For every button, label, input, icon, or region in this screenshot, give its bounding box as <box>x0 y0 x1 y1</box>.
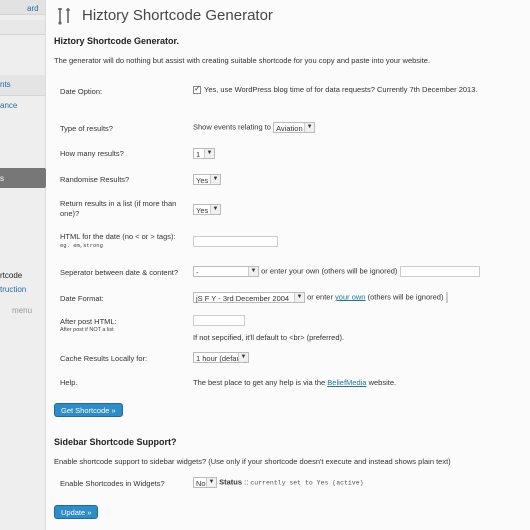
date-option-row: Yes, use WordPress blog time of for data… <box>193 84 478 95</box>
return-list-row: Yes ▼ <box>193 204 221 215</box>
type-label: Type of results? <box>60 124 113 133</box>
page-title: Hiztory Shortcode Generator <box>82 7 273 24</box>
chevron-down-icon: ▼ <box>294 293 304 302</box>
main-content: Hiztory Shortcode Generator Hiztory Shor… <box>46 0 530 530</box>
html-date-label: HTML for the date (no < or > tags): <box>60 232 176 241</box>
after-post-label: After post HTML: <box>60 317 117 326</box>
after-post-small: After post if NOT a list <box>60 327 114 333</box>
date-format-select[interactable]: jS F Y - 3rd December 2004 ▼ <box>193 292 305 303</box>
status-label: Status <box>219 477 243 487</box>
widgets-heading: Sidebar Shortcode Support? <box>54 437 177 447</box>
widgets-intro: Enable shortcode support to sidebar widg… <box>54 457 451 466</box>
enable-widgets-label: Enable Shortcodes in Widgets? <box>60 479 165 488</box>
cache-label: Cache Results Locally for: <box>60 354 148 363</box>
html-date-example: eg. em,strong <box>60 242 103 249</box>
how-many-row: 1 ▼ <box>193 148 215 159</box>
sidebar-item-events[interactable]: nts <box>0 80 11 89</box>
date-option-label: Date Option: <box>60 87 103 96</box>
cache-select[interactable]: 1 hour (default) ▼ <box>193 352 249 363</box>
cache-row: 1 hour (default) ▼ <box>193 352 249 363</box>
help-row: The best place to get any help is via th… <box>193 378 396 387</box>
randomise-select[interactable]: Yes ▼ <box>193 174 221 185</box>
date-format-row: jS F Y - 3rd December 2004 ▼ or enter you… <box>193 292 448 303</box>
separator-row: - ▼ or enter your own (others will be ign… <box>193 266 480 277</box>
chevron-down-icon: ▼ <box>238 353 248 362</box>
generator-heading: Hiztory Shortcode Generator. <box>54 36 180 46</box>
html-date-row <box>193 236 278 247</box>
sidebar-collapse-menu[interactable]: menu <box>12 306 32 315</box>
chevron-down-icon: ▼ <box>304 123 315 132</box>
help-link[interactable]: BeliefMedia <box>327 378 366 387</box>
sidebar-band <box>0 20 45 35</box>
type-select-value: Aviation <box>276 124 303 133</box>
enable-widgets-value: No <box>196 479 206 488</box>
after-post-input-row <box>193 315 245 326</box>
enable-widgets-select[interactable]: No ▼ <box>193 477 217 488</box>
return-list-label: Return results in a list (if more than o… <box>60 199 177 218</box>
separator-label: Seperator between date & content? <box>60 268 179 277</box>
date-format-or: or enter <box>307 292 333 302</box>
html-date-label-block: HTML for the date (no < or > tags): eg. … <box>60 232 190 249</box>
how-many-label: How many results? <box>60 149 124 158</box>
how-many-select[interactable]: 1 ▼ <box>193 148 215 159</box>
chevron-down-icon: ▼ <box>210 205 220 214</box>
sidebar-item-dashboard[interactable]: ard <box>27 4 39 13</box>
help-label: Help. <box>60 378 78 387</box>
date-format-label: Date Format: <box>60 294 104 303</box>
status-value: currently set to Yes (active) <box>250 479 364 487</box>
get-shortcode-button[interactable]: Get Shortcode » <box>54 403 123 417</box>
tools-icon <box>58 8 70 25</box>
status-separator: :: <box>244 477 249 487</box>
separator-own-text: or enter your own (others will be ignore… <box>261 266 398 276</box>
generator-intro: The generator will do nothing but assist… <box>54 56 431 65</box>
after-post-input[interactable] <box>193 315 245 326</box>
admin-sidebar: ard nts ance s rtcode truction menu <box>0 0 46 530</box>
update-button[interactable]: Update » <box>54 505 99 519</box>
date-option-checkbox[interactable] <box>193 84 201 95</box>
date-format-own-link[interactable]: your own <box>335 292 365 301</box>
help-prefix: The best place to get any help is via th… <box>193 378 326 387</box>
randomise-value: Yes <box>196 176 209 185</box>
return-list-value: Yes <box>196 206 209 215</box>
separator-value: - <box>196 268 199 277</box>
sidebar-item-settings[interactable]: s <box>0 174 4 183</box>
chevron-down-icon: ▼ <box>248 267 258 276</box>
type-prefix: Show events relating to <box>193 122 271 132</box>
chevron-down-icon: ▼ <box>204 149 214 158</box>
html-date-input[interactable] <box>193 236 278 247</box>
how-many-value: 1 <box>196 150 201 159</box>
chevron-down-icon: ▼ <box>206 478 216 487</box>
help-suffix: website. <box>368 378 397 387</box>
randomise-label: Randomise Results? <box>60 175 130 184</box>
randomise-row: Yes ▼ <box>193 174 221 185</box>
date-format-suffix: (others will be ignored) <box>367 292 444 302</box>
type-row: Show events relating to Aviation ▼ <box>193 122 316 133</box>
date-format-own-input[interactable] <box>445 292 448 303</box>
return-list-select[interactable]: Yes ▼ <box>193 204 221 215</box>
sidebar-active-item[interactable] <box>0 168 45 188</box>
after-post-label-block: After post HTML: After post if NOT a lis… <box>60 317 117 333</box>
sidebar-submenu-instruction[interactable]: truction <box>0 285 26 294</box>
type-select[interactable]: Aviation ▼ <box>273 122 316 133</box>
sidebar-submenu-shortcode[interactable]: rtcode <box>0 271 22 280</box>
enable-widgets-row: No ▼ Status :: currently set to Yes (acti… <box>193 477 364 488</box>
chevron-down-icon: ▼ <box>210 175 220 184</box>
after-post-note: If not sepcified, it'll default to <br> … <box>193 333 345 342</box>
date-format-value: jS F Y - 3rd December 2004 <box>196 294 290 303</box>
sidebar-item-appearance[interactable]: ance <box>0 101 17 110</box>
separator-own-input[interactable] <box>399 266 480 277</box>
separator-select[interactable]: - ▼ <box>193 266 259 277</box>
date-option-text: Yes, use WordPress blog time of for data… <box>204 85 478 94</box>
